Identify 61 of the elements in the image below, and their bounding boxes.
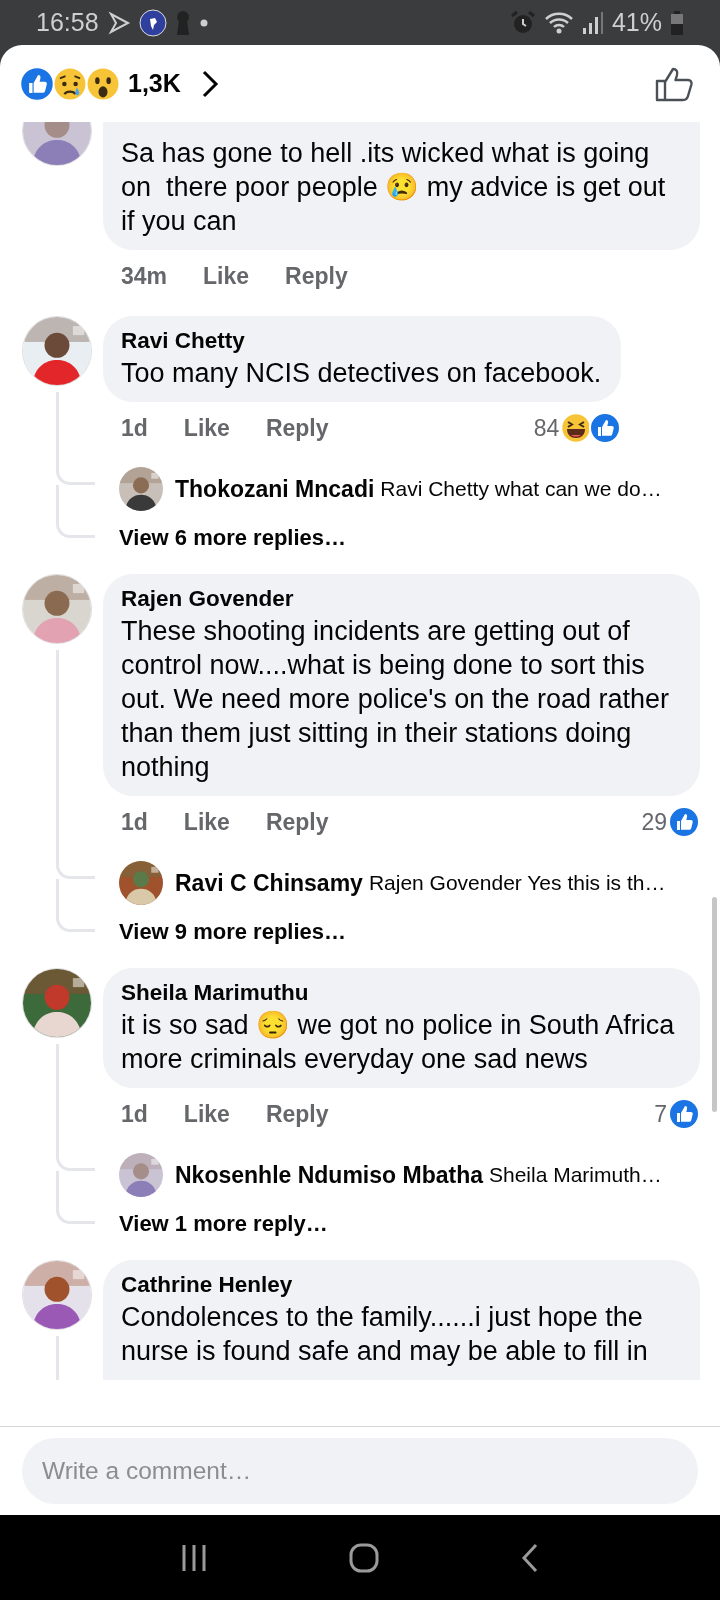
reply-link[interactable]: Reply xyxy=(265,1100,329,1128)
thread-connector xyxy=(56,910,95,932)
view-more-replies-link[interactable]: View 6 more replies… xyxy=(103,516,720,560)
reply-link[interactable]: Reply xyxy=(265,808,329,836)
globe-badge-icon xyxy=(138,8,167,37)
thread-connector xyxy=(56,848,95,879)
comment-time: 1d xyxy=(121,808,148,836)
reply-author-name[interactable]: Nkosenhle Ndumiso Mbatha xyxy=(175,1161,483,1189)
avatar[interactable] xyxy=(119,861,163,905)
signal-icon xyxy=(581,9,604,36)
comment-time: 34m xyxy=(121,262,168,290)
reply-author-name[interactable]: Ravi C Chinsamy xyxy=(175,869,363,897)
comment-input-field[interactable]: Write a comment… xyxy=(22,1438,698,1504)
reply-preview-text[interactable]: Sheila Marimuth… xyxy=(489,1163,662,1187)
scroll-bar[interactable] xyxy=(712,897,717,1112)
crying-reaction-icon xyxy=(52,65,88,102)
reaction-count[interactable]: 29 xyxy=(641,808,667,836)
author-name[interactable]: Rajen Govender xyxy=(121,584,680,614)
thread-connector xyxy=(56,1202,95,1224)
reply-preview-text[interactable]: Ravi Chetty what can we do… xyxy=(380,477,662,501)
like-link[interactable]: Like xyxy=(183,1100,230,1128)
author-name[interactable]: Ravi Chetty xyxy=(121,326,602,356)
reply-preview-text[interactable]: Rajen Govender Yes this is th… xyxy=(368,871,666,895)
reply-author-name[interactable]: Thokozani Mncadi xyxy=(175,475,375,503)
reaction-count[interactable]: 84 xyxy=(533,414,560,442)
comment-time: 1d xyxy=(121,414,148,442)
comment-text: Condolences to the family......i just hope the nurse is found safe and may be able to fill in xyxy=(121,1301,649,1368)
author-name[interactable]: Cathrine Henley xyxy=(121,1270,680,1300)
battery-icon xyxy=(670,9,684,36)
avatar[interactable] xyxy=(119,467,163,511)
comment-time: 1d xyxy=(121,1100,148,1128)
comment-text: it is so sad 😔 we got no police in South Africa more criminals everyday one sad news xyxy=(121,1009,676,1076)
surprised-reaction-icon xyxy=(85,65,121,102)
author-name[interactable]: Sheila Marimuthu xyxy=(121,978,680,1008)
like-reaction-icon xyxy=(668,1098,700,1130)
reply-link[interactable]: Reply xyxy=(285,262,348,290)
view-more-replies-link[interactable]: View 1 more reply… xyxy=(103,1202,720,1246)
dot-icon xyxy=(198,17,209,28)
play-icon xyxy=(106,10,131,35)
like-link[interactable]: Like xyxy=(183,414,230,442)
like-reaction-icon xyxy=(668,806,700,838)
like-link[interactable]: Like xyxy=(203,262,250,290)
clock-time: 16:58 xyxy=(36,8,99,37)
alarm-icon xyxy=(509,9,536,36)
comment-text: These shooting incidents are getting out of control now....what is being done to sort this out. We need more police's on the road rather than them just sitting in their stations doing nothing xyxy=(121,615,670,784)
keyhole-icon xyxy=(174,9,191,36)
laughing-reaction-icon xyxy=(560,412,593,444)
thread-connector xyxy=(56,516,95,538)
thread-connector xyxy=(56,1140,95,1171)
like-link[interactable]: Like xyxy=(183,808,230,836)
view-more-replies-link[interactable]: View 9 more replies… xyxy=(103,910,720,954)
like-reaction-icon xyxy=(589,412,622,444)
comment-text: Too many NCIS detectives on facebook. xyxy=(121,357,602,390)
reaction-count[interactable]: 7 xyxy=(654,1100,667,1128)
battery-percent: 41% xyxy=(611,8,662,37)
home-icon[interactable] xyxy=(348,1541,380,1574)
reply-link[interactable]: Reply xyxy=(265,414,329,442)
reaction-count[interactable]: 1,3K xyxy=(128,69,181,98)
thread-connector xyxy=(56,454,95,485)
comment-text: Sa has gone to hell .its wicked what is going on there poor people 😢 my advice is get out if you can xyxy=(121,137,667,238)
like-reaction-icon xyxy=(19,65,55,102)
